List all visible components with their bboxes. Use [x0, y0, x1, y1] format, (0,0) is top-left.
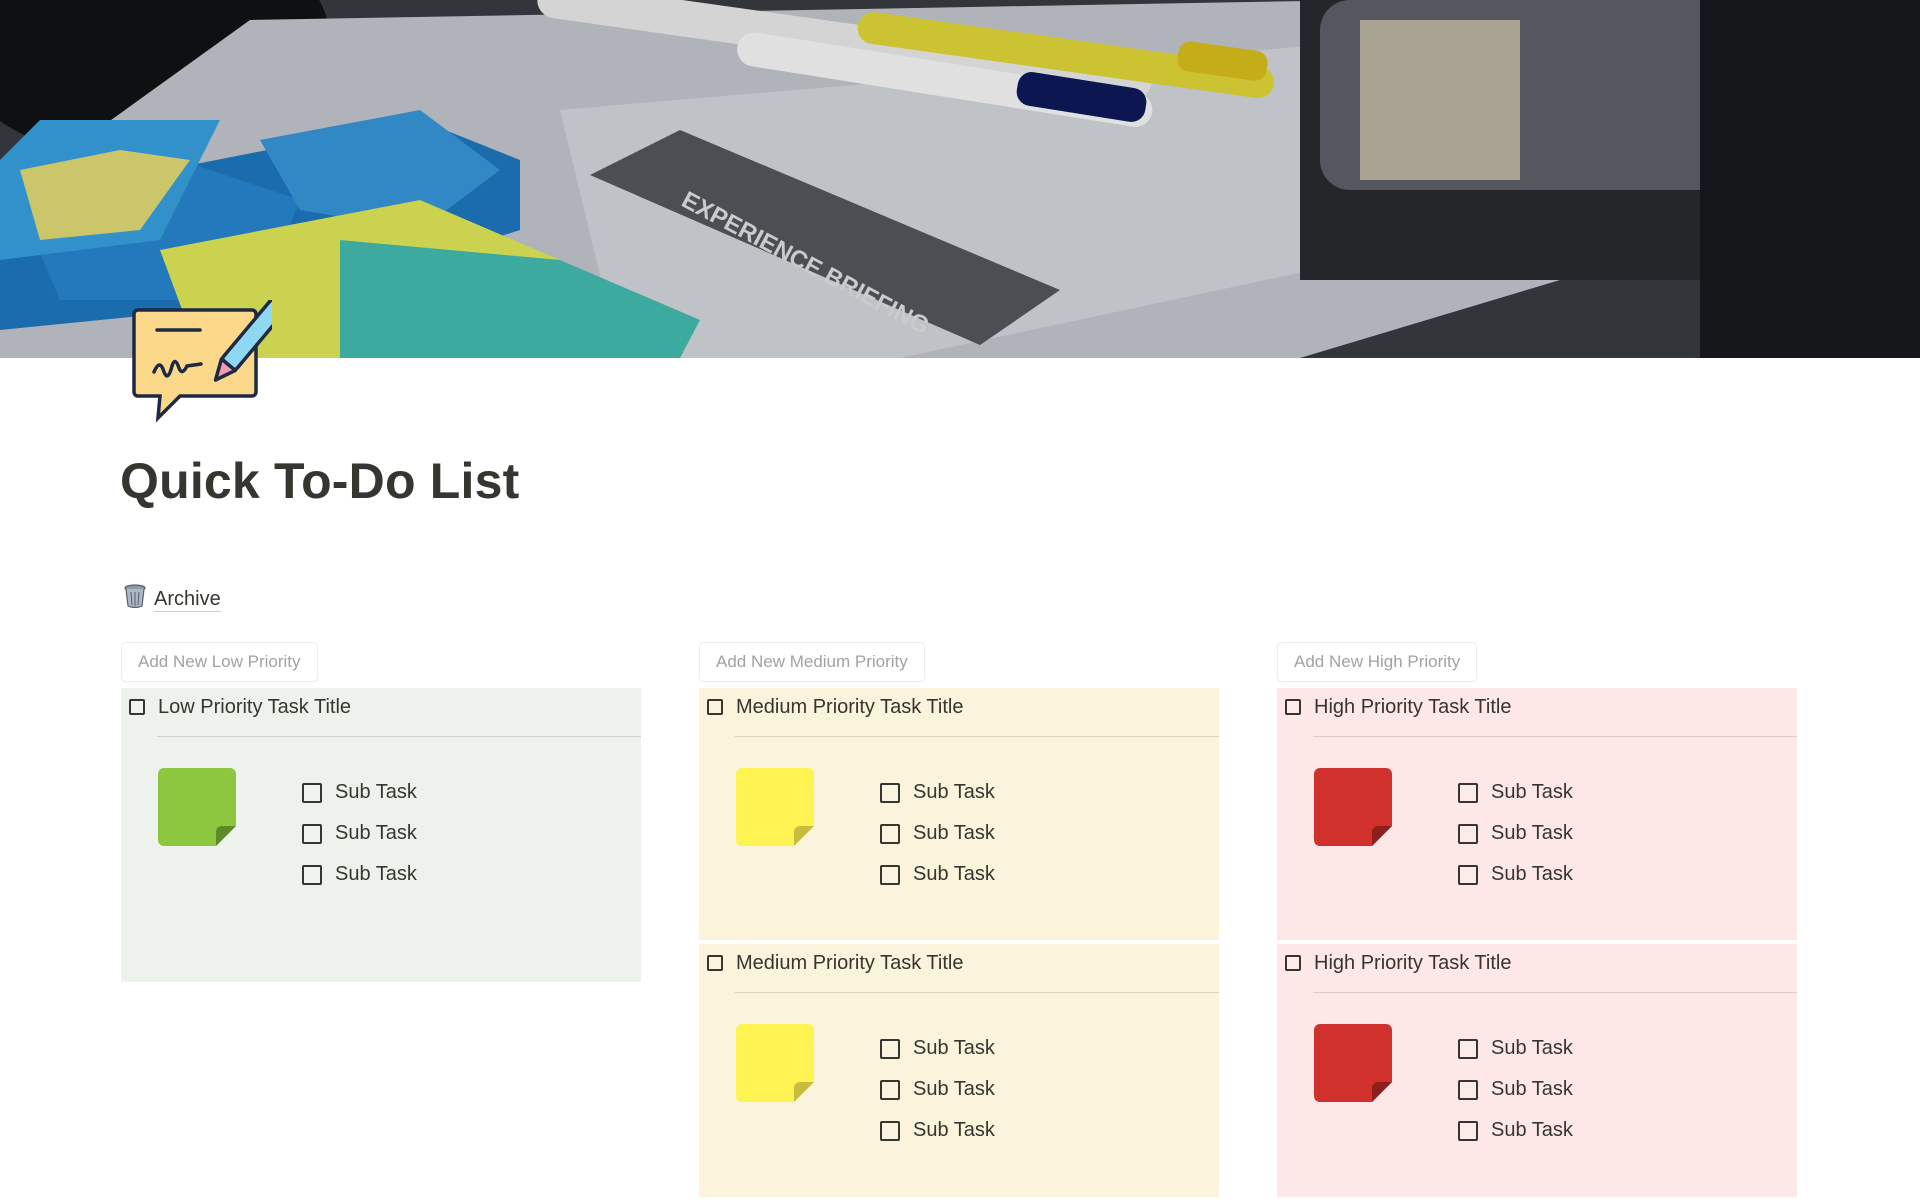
task-header: Medium Priority Task Title [699, 944, 1219, 982]
subtask-label[interactable]: Sub Task [913, 863, 995, 886]
task-title[interactable]: Medium Priority Task Title [736, 952, 963, 975]
low-priority-column: Add New Low Priority Low Priority Task T… [121, 642, 641, 982]
task-header: High Priority Task Title [1277, 688, 1797, 726]
cover-image: EXPERIENCE BRIEFING [0, 0, 1920, 358]
subtask-label[interactable]: Sub Task [913, 822, 995, 845]
yellow-sticky-note-icon [736, 1024, 814, 1102]
subtask-item: Sub Task [1458, 772, 1573, 813]
task-card: High Priority Task Title Sub Task Sub Ta… [1277, 944, 1797, 1197]
task-card: Low Priority Task Title Sub Task Sub Tas… [121, 688, 641, 982]
add-medium-priority-button[interactable]: Add New Medium Priority [699, 642, 925, 682]
high-priority-column: Add New High Priority High Priority Task… [1277, 642, 1797, 1197]
subtask-item: Sub Task [1458, 1028, 1573, 1069]
subtask-list: Sub Task Sub Task Sub Task [880, 1028, 995, 1151]
task-title[interactable]: Medium Priority Task Title [736, 696, 963, 719]
task-title[interactable]: Low Priority Task Title [158, 696, 351, 719]
medium-priority-column: Add New Medium Priority Medium Priority … [699, 642, 1219, 1197]
task-header: Medium Priority Task Title [699, 688, 1219, 726]
subtask-label[interactable]: Sub Task [913, 781, 995, 804]
task-checkbox[interactable] [1285, 699, 1301, 715]
add-high-priority-button[interactable]: Add New High Priority [1277, 642, 1478, 682]
subtask-checkbox[interactable] [1458, 823, 1478, 844]
task-body: Sub Task Sub Task Sub Task [699, 737, 1219, 940]
task-header: Low Priority Task Title [121, 688, 641, 726]
subtask-item: Sub Task [880, 1110, 995, 1151]
page-title: Quick To-Do List [120, 453, 520, 509]
task-checkbox[interactable] [129, 699, 145, 715]
subtask-item: Sub Task [302, 772, 417, 813]
subtask-item: Sub Task [880, 854, 995, 895]
subtask-checkbox[interactable] [880, 782, 900, 803]
task-body: Sub Task Sub Task Sub Task [121, 737, 641, 982]
subtask-label[interactable]: Sub Task [335, 863, 417, 886]
task-checkbox[interactable] [707, 699, 723, 715]
subtask-item: Sub Task [880, 813, 995, 854]
subtask-item: Sub Task [1458, 854, 1573, 895]
task-card: High Priority Task Title Sub Task Sub Ta… [1277, 688, 1797, 940]
subtask-label[interactable]: Sub Task [1491, 822, 1573, 845]
subtask-label[interactable]: Sub Task [1491, 1119, 1573, 1142]
yellow-sticky-note-icon [736, 768, 814, 846]
task-card: Medium Priority Task Title Sub Task Sub … [699, 944, 1219, 1197]
subtask-label[interactable]: Sub Task [913, 1119, 995, 1142]
subtask-label[interactable]: Sub Task [1491, 1037, 1573, 1060]
green-sticky-note-icon [158, 768, 236, 846]
subtask-checkbox[interactable] [1458, 864, 1478, 885]
task-body: Sub Task Sub Task Sub Task [699, 993, 1219, 1197]
archive-link[interactable]: Archive [124, 584, 221, 614]
subtask-checkbox[interactable] [302, 782, 322, 803]
writing-speech-bubble-icon[interactable] [132, 298, 286, 424]
subtask-checkbox[interactable] [880, 864, 900, 885]
subtask-label[interactable]: Sub Task [1491, 863, 1573, 886]
wastebasket-icon [124, 584, 146, 614]
subtask-list: Sub Task Sub Task Sub Task [1458, 772, 1573, 895]
subtask-list: Sub Task Sub Task Sub Task [1458, 1028, 1573, 1151]
subtask-list: Sub Task Sub Task Sub Task [302, 772, 417, 895]
subtask-checkbox[interactable] [302, 864, 322, 885]
task-title[interactable]: High Priority Task Title [1314, 696, 1511, 719]
cover-illustration: EXPERIENCE BRIEFING [0, 0, 1920, 358]
subtask-list: Sub Task Sub Task Sub Task [880, 772, 995, 895]
subtask-checkbox[interactable] [880, 823, 900, 844]
task-checkbox[interactable] [1285, 955, 1301, 971]
subtask-item: Sub Task [302, 854, 417, 895]
red-sticky-note-icon [1314, 1024, 1392, 1102]
task-card: Medium Priority Task Title Sub Task Sub … [699, 688, 1219, 940]
subtask-item: Sub Task [1458, 1069, 1573, 1110]
archive-label: Archive [154, 587, 221, 612]
subtask-label[interactable]: Sub Task [913, 1078, 995, 1101]
subtask-checkbox[interactable] [1458, 1120, 1478, 1141]
subtask-checkbox[interactable] [1458, 782, 1478, 803]
subtask-item: Sub Task [302, 813, 417, 854]
subtask-checkbox[interactable] [880, 1079, 900, 1100]
subtask-label[interactable]: Sub Task [913, 1037, 995, 1060]
subtask-label[interactable]: Sub Task [1491, 781, 1573, 804]
subtask-checkbox[interactable] [880, 1038, 900, 1059]
subtask-label[interactable]: Sub Task [335, 781, 417, 804]
task-checkbox[interactable] [707, 955, 723, 971]
subtask-item: Sub Task [880, 1028, 995, 1069]
subtask-checkbox[interactable] [880, 1120, 900, 1141]
task-header: High Priority Task Title [1277, 944, 1797, 982]
subtask-item: Sub Task [1458, 813, 1573, 854]
task-title[interactable]: High Priority Task Title [1314, 952, 1511, 975]
subtask-checkbox[interactable] [302, 823, 322, 844]
red-sticky-note-icon [1314, 768, 1392, 846]
subtask-label[interactable]: Sub Task [335, 822, 417, 845]
task-body: Sub Task Sub Task Sub Task [1277, 993, 1797, 1197]
subtask-item: Sub Task [1458, 1110, 1573, 1151]
subtask-item: Sub Task [880, 772, 995, 813]
add-low-priority-button[interactable]: Add New Low Priority [121, 642, 318, 682]
subtask-checkbox[interactable] [1458, 1038, 1478, 1059]
subtask-checkbox[interactable] [1458, 1079, 1478, 1100]
subtask-label[interactable]: Sub Task [1491, 1078, 1573, 1101]
subtask-item: Sub Task [880, 1069, 995, 1110]
task-body: Sub Task Sub Task Sub Task [1277, 737, 1797, 940]
